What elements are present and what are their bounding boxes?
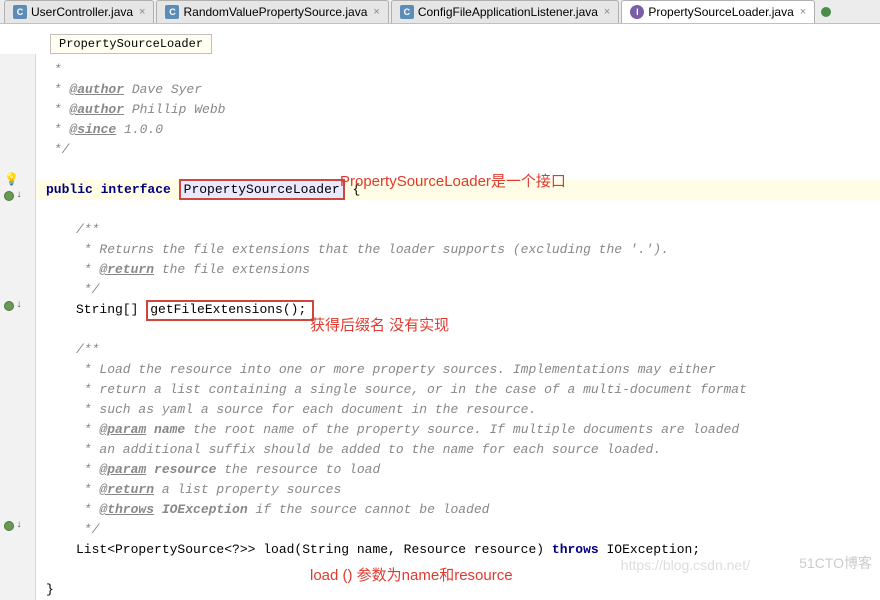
code-line: */ — [36, 140, 880, 160]
code-line: * @since 1.0.0 — [36, 120, 880, 140]
code-line: * — [36, 60, 880, 80]
watermark: https://blog.csdn.net/ — [621, 557, 750, 573]
annotation: load () 参数为name和resource — [310, 564, 513, 585]
code-line: * @param resource the resource to load — [36, 460, 880, 480]
close-icon[interactable]: × — [604, 6, 610, 18]
bulb-icon[interactable]: 💡 — [4, 172, 32, 187]
breadcrumb[interactable]: PropertySourceLoader — [50, 34, 212, 54]
watermark: 51CTO博客 — [799, 553, 872, 573]
code-line: * @author Phillip Webb — [36, 100, 880, 120]
tab-label: RandomValuePropertySource.java — [183, 5, 367, 19]
close-icon[interactable]: × — [373, 6, 379, 18]
code-line: * Load the resource into one or more pro… — [36, 360, 880, 380]
tab-label: PropertySourceLoader.java — [648, 5, 793, 19]
code-line: * such as yaml a source for each documen… — [36, 400, 880, 420]
code-line: */ — [36, 280, 880, 300]
code-line: /** — [36, 340, 880, 360]
code-editor[interactable]: 💡 ↓ ↓ ↓ * * @author Dave Syer * @author … — [0, 54, 880, 600]
editor-tabs: C UserController.java × C RandomValuePro… — [0, 0, 880, 24]
tab-randomvalue[interactable]: C RandomValuePropertySource.java × — [156, 0, 388, 23]
class-icon: C — [13, 5, 27, 19]
more-tabs-indicator[interactable] — [821, 7, 831, 17]
code-line: * Returns the file extensions that the l… — [36, 240, 880, 260]
close-icon[interactable]: × — [800, 6, 806, 18]
tab-label: UserController.java — [31, 5, 133, 19]
code-area[interactable]: * * @author Dave Syer * @author Phillip … — [36, 54, 880, 600]
code-line: * an additional suffix should be added t… — [36, 440, 880, 460]
breadcrumb-bar: PropertySourceLoader — [0, 24, 880, 54]
code-line: * return a list containing a single sour… — [36, 380, 880, 400]
override-marker[interactable]: ↓ — [4, 300, 32, 311]
code-line: * @return a list property sources — [36, 480, 880, 500]
class-icon: C — [400, 5, 414, 19]
code-line — [36, 200, 880, 220]
code-line: * @param name the root name of the prope… — [36, 420, 880, 440]
method-highlight: getFileExtensions(); — [146, 300, 314, 321]
tab-configfile[interactable]: C ConfigFileApplicationListener.java × — [391, 0, 620, 23]
override-marker[interactable]: ↓ — [4, 190, 32, 201]
tab-label: ConfigFileApplicationListener.java — [418, 5, 598, 19]
code-line: /** — [36, 220, 880, 240]
code-line: * @author Dave Syer — [36, 80, 880, 100]
class-icon: C — [165, 5, 179, 19]
code-line: String[] getFileExtensions(); — [36, 300, 880, 320]
code-line — [36, 320, 880, 340]
code-line: * @return the file extensions — [36, 260, 880, 280]
annotation: 获得后缀名 没有实现 — [310, 314, 449, 335]
annotation: PropertySourceLoader是一个接口 — [340, 170, 566, 191]
gutter: 💡 ↓ ↓ ↓ — [0, 54, 36, 600]
interface-name-highlight: PropertySourceLoader — [179, 179, 345, 200]
code-line: * @throws IOException if the source cann… — [36, 500, 880, 520]
code-line: */ — [36, 520, 880, 540]
tab-propertysourceloader[interactable]: I PropertySourceLoader.java × — [621, 0, 815, 23]
interface-icon: I — [630, 5, 644, 19]
override-marker[interactable]: ↓ — [4, 520, 32, 531]
code-line: List<PropertySource<?>> load(String name… — [36, 540, 880, 560]
close-icon[interactable]: × — [139, 6, 145, 18]
tab-usercontroller[interactable]: C UserController.java × — [4, 0, 154, 23]
